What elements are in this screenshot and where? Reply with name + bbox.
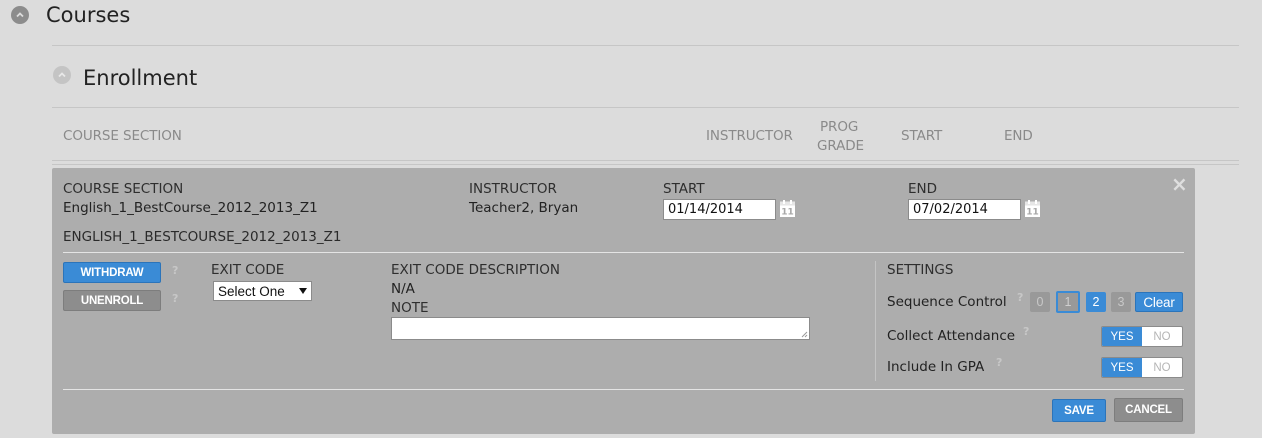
withdraw-help-icon[interactable]: ?	[172, 264, 178, 277]
attendance-help-icon[interactable]: ?	[1023, 325, 1029, 338]
end-calendar-icon[interactable]: 11	[1025, 200, 1040, 221]
resize-handle-icon[interactable]	[801, 331, 808, 338]
header-prog[interactable]: PROG	[820, 119, 858, 135]
unenroll-button[interactable]: UNENROLL	[63, 290, 161, 311]
course-section-code: ENGLISH_1_BESTCOURSE_2012_2013_Z1	[63, 229, 342, 245]
sequence-control-label: Sequence Control	[887, 294, 1007, 310]
attendance-no-option[interactable]: NO	[1142, 327, 1182, 346]
sequence-clear-button[interactable]: Clear	[1135, 292, 1183, 312]
table-header-divider	[52, 160, 1239, 161]
courses-title: Courses	[46, 3, 131, 27]
gpa-yes-option[interactable]: YES	[1102, 358, 1142, 377]
note-label: NOTE	[391, 300, 429, 316]
enrollment-divider	[52, 107, 1239, 108]
header-course-section[interactable]: COURSE SECTION	[63, 128, 182, 144]
svg-text:11: 11	[1026, 208, 1039, 218]
collect-attendance-label: Collect Attendance	[887, 328, 1016, 344]
save-button[interactable]: SAVE	[1052, 399, 1106, 422]
header-grade[interactable]: GRADE	[817, 138, 864, 154]
start-calendar-icon[interactable]: 11	[780, 200, 795, 221]
include-in-gpa-toggle[interactable]: YES NO	[1101, 357, 1183, 378]
dropdown-arrow-icon	[299, 288, 307, 294]
sequence-option-1[interactable]: 1	[1056, 291, 1080, 313]
table-header-divider-2	[52, 164, 1239, 165]
settings-column-divider	[875, 261, 876, 381]
settings-label: SETTINGS	[887, 262, 954, 278]
courses-divider	[52, 45, 1239, 46]
sequence-option-3[interactable]: 3	[1111, 292, 1131, 312]
header-start[interactable]: START	[901, 128, 942, 144]
course-section-label: COURSE SECTION	[63, 181, 184, 197]
sequence-option-0[interactable]: 0	[1030, 292, 1050, 312]
start-label: START	[663, 181, 705, 197]
gpa-no-option[interactable]: NO	[1142, 358, 1182, 377]
panel-divider-top	[63, 252, 1184, 253]
sequence-help-icon[interactable]: ?	[1017, 291, 1023, 304]
instructor-label: INSTRUCTOR	[469, 181, 557, 197]
exit-code-label: EXIT CODE	[211, 262, 285, 278]
end-label: END	[908, 181, 938, 197]
collect-attendance-toggle[interactable]: YES NO	[1101, 326, 1183, 347]
cancel-button[interactable]: CANCEL	[1114, 398, 1183, 422]
gpa-help-icon[interactable]: ?	[996, 356, 1002, 369]
exit-code-select[interactable]: Select One	[213, 281, 312, 301]
course-section-value: English_1_BestCourse_2012_2013_Z1	[63, 200, 318, 216]
unenroll-help-icon[interactable]: ?	[172, 292, 178, 305]
enrollment-title: Enrollment	[83, 66, 198, 90]
attendance-yes-option[interactable]: YES	[1102, 327, 1142, 346]
sequence-option-2[interactable]: 2	[1086, 292, 1106, 312]
include-in-gpa-label: Include In GPA	[887, 359, 985, 375]
start-date-input[interactable]: 01/14/2014	[663, 199, 776, 220]
courses-collapse-icon[interactable]	[11, 6, 29, 24]
instructor-value: Teacher2, Bryan	[469, 200, 579, 216]
header-instructor[interactable]: INSTRUCTOR	[706, 128, 793, 144]
panel-divider-bottom	[63, 389, 1184, 390]
header-end[interactable]: END	[1004, 128, 1033, 144]
svg-text:11: 11	[781, 208, 794, 218]
note-textarea[interactable]	[391, 317, 810, 340]
end-date-input[interactable]: 07/02/2014	[908, 199, 1021, 220]
close-icon[interactable]: ×	[1171, 172, 1188, 196]
exit-code-selected-value: Select One	[218, 283, 285, 299]
exit-code-description-label: EXIT CODE DESCRIPTION	[391, 262, 560, 278]
withdraw-button[interactable]: WITHDRAW	[63, 262, 161, 283]
enrollment-collapse-icon[interactable]	[53, 66, 71, 84]
enrollment-edit-panel: COURSE SECTION English_1_BestCourse_2012…	[52, 168, 1195, 434]
exit-code-description-value: N/A	[391, 281, 415, 297]
